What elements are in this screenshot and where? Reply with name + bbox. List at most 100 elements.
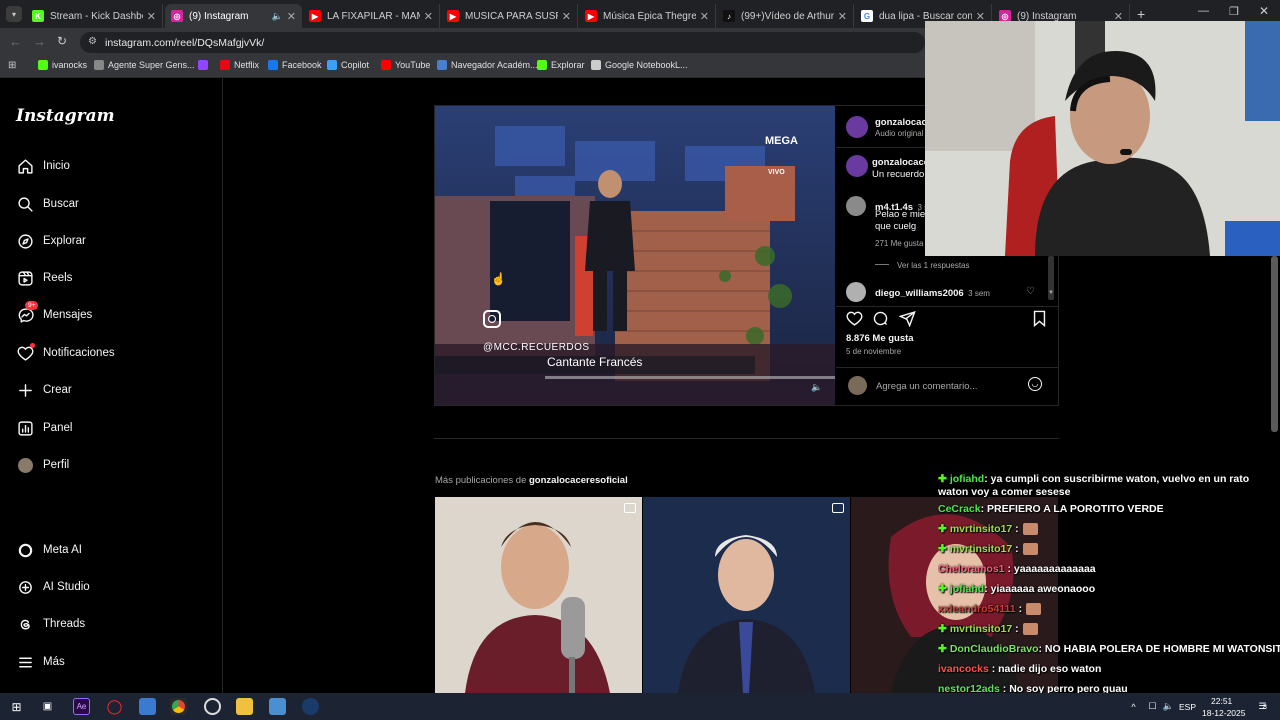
bookmark-item[interactable]: YouTube [381,60,430,70]
bookmark-item[interactable]: Netflix [220,60,259,70]
chat-username[interactable]: ivancocks [938,663,989,675]
windows-start-icon[interactable]: ⊞ [8,698,25,715]
chat-username[interactable]: mvrtinsito17 [950,543,1012,555]
opera-icon[interactable]: ◯ [106,698,123,715]
comment-likes[interactable]: 271 Me gusta [875,239,923,248]
forward-icon[interactable]: → [33,34,46,49]
chat-username[interactable]: xxleandro54111 [938,603,1016,615]
bookmark-item[interactable]: Navegador Académ... [437,60,538,70]
minimize-button[interactable]: — [1198,5,1209,17]
browser-tab[interactable]: ▶ LA FIXAPILAR - MAMBITO ✕ [303,4,440,28]
caption-avatar[interactable] [846,155,868,177]
chat-username[interactable]: mvrtinsito17 [950,523,1012,535]
new-tab-button[interactable]: + [1137,6,1145,22]
file-explorer-icon[interactable] [236,698,253,715]
close-window-button[interactable]: ✕ [1259,4,1269,18]
bookmark-item[interactable]: ivanocks [38,60,87,70]
chat-username[interactable]: mvrtinsito17 [950,623,1012,635]
more-posts-user[interactable]: gonzalocaceresoficial [529,475,628,486]
nav-item[interactable]: 9+ Mensajes [16,301,92,327]
site-info-icon[interactable]: ⚙ [88,36,97,47]
browser-tab[interactable]: ♪ (99+)Vídeo de Arthur Lim ✕ [717,4,854,28]
nav-item[interactable]: Más [16,650,65,674]
chrome-icon[interactable] [170,698,187,715]
maximize-button[interactable]: ❐ [1229,5,1239,18]
instagram-logo[interactable]: Instagram [16,106,115,126]
nav-item[interactable]: Buscar [16,192,79,216]
author-avatar[interactable] [846,116,868,138]
emoji-icon[interactable]: ◡ [1028,377,1042,391]
nav-item[interactable]: Inicio [16,154,70,178]
after-effects-icon[interactable]: Ae [73,698,90,715]
clock-date[interactable]: 18-12-2025 [1202,708,1245,718]
page-scrollbar[interactable] [1271,256,1278,432]
comment-avatar[interactable] [846,196,866,216]
view-replies-link[interactable]: Ver las 1 respuestas [897,261,969,270]
tab-close-icon[interactable]: ✕ [838,10,847,23]
app-icon-blue[interactable] [139,698,156,715]
save-icon[interactable] [1032,310,1047,332]
nav-item[interactable]: Panel [16,416,72,440]
chat-username[interactable]: jofiahd [950,473,984,485]
tab-close-icon[interactable]: ✕ [424,10,433,23]
tab-close-icon[interactable]: ✕ [147,10,156,23]
clock-time[interactable]: 22:51 [1211,696,1232,706]
browser-tab[interactable]: ◎ (9) Instagram 🔈 ✕ [165,4,302,28]
post-thumbnail-2[interactable] [643,497,850,693]
bookmark-item[interactable]: Copilot [327,60,369,70]
back-icon[interactable]: ← [9,34,22,49]
reload-icon[interactable]: ↻ [57,34,67,48]
bookmark-item[interactable] [198,60,212,70]
volume-tray-icon[interactable]: 🔈 [1160,698,1177,715]
nav-item[interactable]: Meta AI [16,538,82,562]
comment-like-icon[interactable]: ♡ [1026,286,1035,297]
nav-item[interactable]: Explorar [16,229,86,253]
chat-username[interactable]: jofiahd [950,583,984,595]
nav-item[interactable]: Perfil [16,453,69,477]
share-icon[interactable] [898,310,916,332]
comment-avatar-2[interactable] [846,282,866,302]
network-icon[interactable]: ☐ [1144,698,1161,715]
language-indicator[interactable]: ESP [1179,702,1196,712]
bookmark-item[interactable]: Google NotebookL... [591,60,688,70]
post-thumbnail-1[interactable] [435,497,642,693]
comment-username-2[interactable]: diego_williams2006 [875,288,964,299]
tab-close-icon[interactable]: ✕ [287,10,296,23]
comment-icon[interactable] [872,310,889,332]
author-username[interactable]: gonzalocace [875,117,932,128]
task-view-icon[interactable]: ▣ [39,698,56,715]
like-icon[interactable] [846,310,863,332]
likes-count[interactable]: 8.876 Me gusta [846,333,914,344]
chat-username[interactable]: CeCrack [938,503,981,515]
address-bar[interactable]: ⚙ instagram.com/reel/DQsMafgjvVk/ [80,32,925,53]
nav-item[interactable]: Threads [16,612,85,636]
nav-item[interactable]: Notificaciones [16,341,115,365]
bookmark-item[interactable]: Explorar [537,60,585,70]
browser-tab[interactable]: ▶ MUSICA PARA SUSPENSO ✕ [441,4,578,28]
photos-icon[interactable] [269,698,286,715]
apps-grid-icon[interactable]: ⊞ [8,60,16,71]
browser-tab[interactable]: ▶ Música Épica Thegrefg - Y ✕ [579,4,716,28]
tab-audio-icon[interactable]: 🔈 [272,11,283,22]
reel-video[interactable]: MEGA VIVO @MCC.RECUERDOS Cantante Francé… [435,106,835,405]
comment-input[interactable]: Agrega un comentario... [876,381,977,392]
nav-item[interactable]: Crear [16,378,72,402]
volume-icon[interactable]: 🔈 [811,382,822,393]
tab-search-button[interactable]: ▾ [6,6,22,22]
steam-icon[interactable] [302,698,319,715]
bookmark-item[interactable]: Agente Super Gens... [94,60,195,70]
chat-username[interactable]: nestor12ads [938,683,1000,693]
audio-label[interactable]: Audio original [875,129,923,138]
tray-chevron-icon[interactable]: ^ [1125,698,1142,715]
bookmark-item[interactable]: Facebook [268,60,322,70]
obs-icon[interactable] [204,698,221,715]
tab-close-icon[interactable]: ✕ [562,10,571,23]
caption-username[interactable]: gonzalocace [872,157,929,168]
chat-username[interactable]: DonClaudioBravo [950,643,1039,655]
browser-tab[interactable]: K Stream - Kick Dashboard ✕ [26,4,163,28]
tab-close-icon[interactable]: ✕ [700,10,709,23]
nav-item[interactable]: AI Studio [16,575,90,599]
chat-username[interactable]: Cheloramos1 [938,563,1005,575]
nav-item[interactable]: Reels [16,266,72,290]
scroll-down-icon[interactable]: ▼ [1048,290,1054,296]
